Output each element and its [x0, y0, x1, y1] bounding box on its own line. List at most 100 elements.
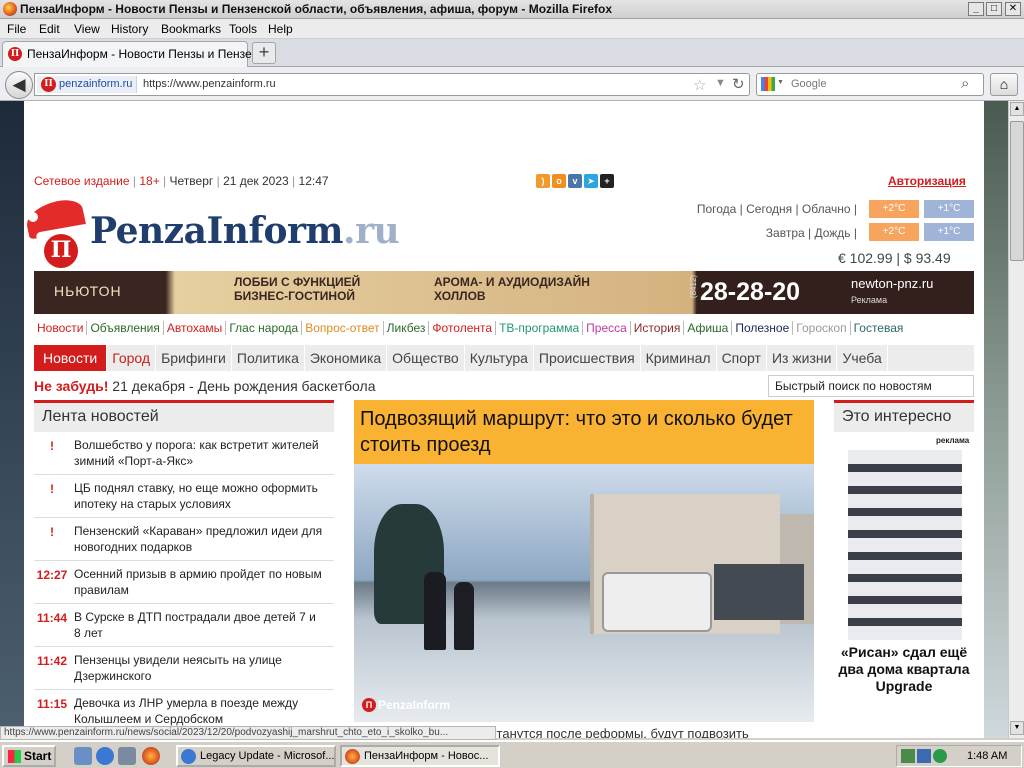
- tab-title: ПензаИнформ - Новости Пензы и Пензенс...: [27, 47, 275, 61]
- home-button[interactable]: ⌂: [990, 73, 1018, 96]
- ok-icon[interactable]: o: [552, 174, 566, 188]
- show-desktop-icon[interactable]: [74, 747, 92, 765]
- article-headline[interactable]: Подвозящий маршрут: что это и сколько бу…: [354, 400, 814, 464]
- category-tab-11[interactable]: Учеба: [837, 345, 888, 371]
- reload-icon[interactable]: ↻: [732, 75, 745, 93]
- feed-item[interactable]: ! Пензенский «Караван» предложил идеи для…: [34, 518, 334, 561]
- rss-icon[interactable]: ): [536, 174, 550, 188]
- task-legacy-update[interactable]: Legacy Update - Microsof...: [176, 745, 336, 767]
- scroll-thumb[interactable]: [1010, 121, 1024, 261]
- category-tab-1[interactable]: Город: [107, 345, 157, 371]
- scroll-up-icon[interactable]: ▲: [1010, 102, 1024, 116]
- category-tab-6[interactable]: Культура: [465, 345, 534, 371]
- menu-bookmarks[interactable]: Bookmarks: [161, 22, 221, 36]
- category-tab-3[interactable]: Политика: [232, 345, 305, 371]
- menu-help[interactable]: Help: [268, 22, 293, 36]
- logo-text-tld: .ru: [343, 210, 400, 252]
- vertical-scrollbar[interactable]: ▲ ▼: [1008, 101, 1024, 738]
- feed-item[interactable]: 11:44 В Сурске в ДТП пострадали двое дете…: [34, 604, 334, 647]
- article-photo[interactable]: Π PenzaInform: [354, 464, 814, 722]
- category-tab-9[interactable]: Спорт: [717, 345, 767, 371]
- site-identity-button[interactable]: Π penzainform.ru: [37, 76, 138, 93]
- window-title: ПензаИнформ - Новости Пензы и Пензенской…: [20, 2, 613, 16]
- section-link-1[interactable]: Объявления: [87, 321, 164, 335]
- feed-item-text[interactable]: Пензенцы увидели неясыть на улице Дзержи…: [74, 652, 324, 684]
- category-tab-2[interactable]: Брифинги: [156, 345, 232, 371]
- menu-view[interactable]: View: [74, 22, 100, 36]
- telegram-icon[interactable]: ➤: [584, 174, 598, 188]
- feed-item[interactable]: 12:27 Осенний призыв в армию пройдет по н…: [34, 561, 334, 604]
- category-tab-10[interactable]: Из жизни: [767, 345, 838, 371]
- feed-item[interactable]: ! Волшебство у порога: как встретит жител…: [34, 432, 334, 475]
- network-icon[interactable]: [901, 749, 915, 763]
- back-button[interactable]: ◀: [5, 71, 33, 99]
- minimize-button[interactable]: _: [968, 2, 984, 16]
- quick-search-input[interactable]: Быстрый поиск по новостям: [768, 375, 974, 397]
- plus-icon[interactable]: +: [600, 174, 614, 188]
- search-magnifier-icon[interactable]: ⌕: [961, 75, 969, 92]
- search-engine-dropdown-icon[interactable]: ▼: [777, 79, 784, 86]
- feed-item-text[interactable]: Девочка из ЛНР умерла в поезде между Кол…: [74, 695, 324, 727]
- close-button[interactable]: ✕: [1005, 2, 1021, 16]
- ie-icon[interactable]: [96, 747, 114, 765]
- feed-item-text[interactable]: Волшебство у порога: как встретит жителе…: [74, 437, 324, 469]
- section-link-13[interactable]: Гостевая: [851, 321, 907, 335]
- feed-item[interactable]: 11:42 Пензенцы увидели неясыть на улице Д…: [34, 647, 334, 690]
- search-bar[interactable]: ▼ Google ⌕: [756, 73, 984, 96]
- auth-link[interactable]: Авторизация: [888, 174, 966, 188]
- category-tab-0[interactable]: Новости: [34, 345, 108, 371]
- display-icon[interactable]: [917, 749, 931, 763]
- section-link-4[interactable]: Вопрос-ответ: [302, 321, 384, 335]
- menu-file[interactable]: File: [7, 22, 26, 36]
- menu-history[interactable]: History: [111, 22, 148, 36]
- google-icon[interactable]: [761, 77, 775, 91]
- section-link-2[interactable]: Автохамы: [163, 321, 227, 335]
- section-link-0[interactable]: Новости: [34, 321, 88, 335]
- section-link-11[interactable]: Полезное: [732, 321, 794, 335]
- category-tab-4[interactable]: Экономика: [305, 345, 388, 371]
- task-penzainform[interactable]: ПензаИнформ - Новос...: [340, 745, 500, 767]
- start-label: Start: [24, 749, 52, 763]
- menu-bar: File Edit View History Bookmarks Tools H…: [0, 19, 1024, 39]
- ad-banner[interactable]: НЬЮТОН ЛОББИ С ФУНКЦИЕЙ БИЗНЕС-ГОСТИНОЙ …: [34, 271, 974, 314]
- site-logo[interactable]: Π PenzaInform.ru: [23, 196, 446, 268]
- feed-item-text[interactable]: В Сурске в ДТП пострадали двое детей 7 и…: [74, 609, 324, 641]
- category-tab-8[interactable]: Криминал: [641, 345, 717, 371]
- menu-edit[interactable]: Edit: [39, 22, 60, 36]
- menu-tools[interactable]: Tools: [229, 22, 257, 36]
- clock[interactable]: 1:48 AM: [967, 746, 1007, 766]
- section-link-3[interactable]: Глас народа: [226, 321, 303, 335]
- left-backdrop: [0, 101, 24, 738]
- maximize-button[interactable]: □: [986, 2, 1002, 16]
- logo-letter-icon: Π: [44, 234, 78, 268]
- section-link-8[interactable]: Пресса: [583, 321, 631, 335]
- feed-item-text[interactable]: Пензенский «Караван» предложил идеи для …: [74, 523, 324, 555]
- section-link-10[interactable]: Афиша: [684, 321, 733, 335]
- section-link-12[interactable]: Гороскоп: [793, 321, 851, 335]
- feed-item-text[interactable]: ЦБ поднял ставку, но еще можно оформить …: [74, 480, 324, 512]
- media-icon[interactable]: [118, 747, 136, 765]
- vk-icon[interactable]: v: [568, 174, 582, 188]
- url-bar[interactable]: Π penzainform.ru https://www.penzainform…: [34, 73, 750, 96]
- firefox-quicklaunch-icon[interactable]: [142, 747, 160, 765]
- section-link-5[interactable]: Ликбез: [383, 321, 430, 335]
- history-dropdown-icon[interactable]: ▼: [715, 77, 726, 89]
- scroll-down-icon[interactable]: ▼: [1010, 721, 1024, 735]
- bookmark-star-icon[interactable]: ☆: [693, 76, 706, 94]
- tab-penzainform[interactable]: Π ПензаИнформ - Новости Пензы и Пензенс.…: [2, 41, 274, 67]
- new-tab-button[interactable]: +: [252, 42, 276, 64]
- sidebar-ad[interactable]: реклама «Рисан» сдал ещё два дома кварта…: [834, 436, 974, 726]
- section-link-6[interactable]: Фотолента: [429, 321, 497, 335]
- update-icon[interactable]: [933, 749, 947, 763]
- feed-item[interactable]: ! ЦБ поднял ставку, но еще можно оформить…: [34, 475, 334, 518]
- search-input[interactable]: Google: [791, 78, 826, 90]
- category-tab-5[interactable]: Общество: [387, 345, 465, 371]
- start-button[interactable]: Start: [2, 745, 56, 767]
- reminder-text[interactable]: 21 декабря - День рождения баскетбола: [112, 378, 375, 394]
- category-tab-7[interactable]: Происшествия: [534, 345, 641, 371]
- feed-item-text[interactable]: Осенний призыв в армию пройдет по новым …: [74, 566, 324, 598]
- section-link-9[interactable]: История: [630, 321, 685, 335]
- banner-brand: НЬЮТОН: [54, 283, 122, 299]
- url-text[interactable]: https://www.penzainform.ru: [143, 78, 276, 90]
- section-link-7[interactable]: ТВ-программа: [496, 321, 584, 335]
